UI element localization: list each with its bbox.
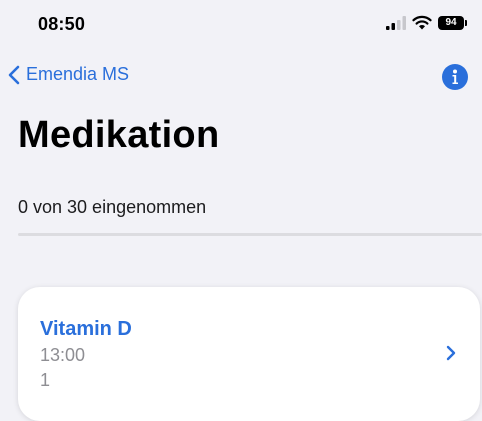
signal-bars-icon (386, 15, 406, 30)
medication-name: Vitamin D (40, 318, 132, 340)
page-title: Medikation (18, 114, 220, 156)
progress-bar (18, 233, 482, 236)
status-bar: 08:50 94 (0, 0, 482, 44)
info-icon (452, 69, 458, 84)
status-icons: 94 (386, 15, 467, 30)
back-button[interactable]: Emendia MS (8, 64, 129, 85)
battery-icon: 94 (438, 15, 467, 30)
progress-text: 0 von 30 eingenommen (18, 197, 207, 217)
status-time: 08:50 (38, 14, 86, 34)
chevron-right-icon (446, 345, 456, 361)
chevron-left-icon (8, 65, 20, 84)
wifi-icon (412, 15, 432, 30)
navigation-bar: Emendia MS (0, 58, 482, 98)
back-button-label: Emendia MS (26, 64, 130, 84)
info-button[interactable] (442, 64, 468, 90)
medication-time: 13:00 (40, 345, 86, 365)
medication-dose: 1 (40, 370, 51, 390)
medication-card[interactable]: Vitamin D 13:00 1 (18, 287, 480, 421)
